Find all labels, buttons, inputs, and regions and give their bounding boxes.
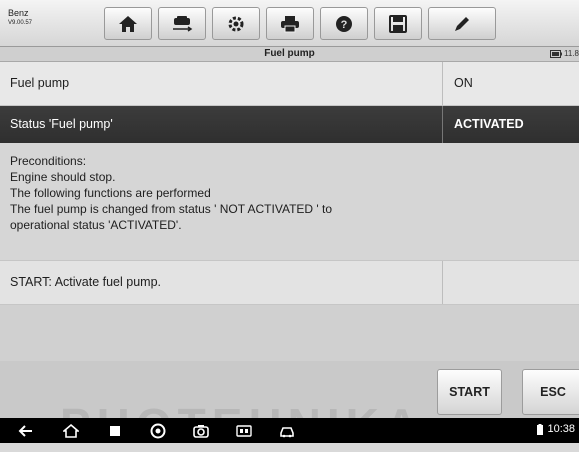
- camera-icon[interactable]: [193, 423, 209, 439]
- help-icon: ?: [336, 15, 352, 32]
- start-instruction-row: START: Activate fuel pump.: [0, 261, 579, 305]
- edit-icon: [455, 16, 469, 31]
- start-button[interactable]: START: [437, 369, 502, 415]
- home-button[interactable]: [104, 7, 152, 40]
- toolbar: Benz V9.00.57 ?: [0, 0, 579, 47]
- battery-voltage: 11.8: [564, 49, 579, 58]
- save-icon: [389, 14, 407, 33]
- row-label-cell: Status 'Fuel pump': [0, 106, 443, 143]
- preconditions-line: The fuel pump is changed from status ' N…: [10, 202, 333, 216]
- title-bar: Fuel pump 11.8: [0, 47, 579, 62]
- battery-icon: [550, 50, 563, 58]
- help-button[interactable]: ?: [320, 7, 368, 40]
- recent-apps-icon[interactable]: [107, 423, 123, 439]
- vci-icon[interactable]: [236, 423, 252, 439]
- row-value-cell: [444, 261, 579, 304]
- settings-icon: [228, 16, 244, 31]
- edit-button[interactable]: [428, 7, 496, 40]
- brand-name: Benz: [8, 8, 29, 18]
- row-label: Status 'Fuel pump': [10, 117, 113, 131]
- page-title: Fuel pump: [264, 48, 315, 59]
- preconditions-text: Preconditions: Engine should stop. The f…: [10, 153, 332, 233]
- print-button[interactable]: [266, 7, 314, 40]
- esc-button[interactable]: ESC: [522, 369, 579, 415]
- data-row-status-fuel-pump[interactable]: Status 'Fuel pump' ACTIVATED: [0, 106, 579, 143]
- settings-button[interactable]: [212, 7, 260, 40]
- preconditions-cell: Preconditions: Engine should stop. The f…: [0, 143, 579, 260]
- row-label: Fuel pump: [10, 76, 70, 90]
- preconditions-line: Preconditions:: [10, 154, 87, 168]
- data-row-fuel-pump: Fuel pump ON: [0, 62, 579, 106]
- home-icon[interactable]: [63, 423, 79, 439]
- battery-indicator-icon: [537, 423, 544, 435]
- back-icon[interactable]: [18, 423, 34, 439]
- print-icon: [281, 15, 299, 32]
- system-bar: 10:38: [0, 418, 579, 443]
- row-value-cell: ON: [444, 62, 579, 105]
- preconditions-line: The following functions are performed: [10, 186, 211, 200]
- row-label-cell: Fuel pump: [0, 62, 443, 105]
- start-instruction-label: START: Activate fuel pump.: [10, 275, 161, 289]
- browser-icon[interactable]: [150, 423, 166, 439]
- row-value-cell: ACTIVATED: [444, 106, 579, 143]
- brand-info: Benz V9.00.57: [8, 8, 62, 38]
- software-version: V9.00.57: [8, 20, 33, 26]
- empty-area: [0, 305, 579, 361]
- row-label-cell: START: Activate fuel pump.: [0, 261, 443, 304]
- svg-text:?: ?: [341, 19, 348, 31]
- vehicle-swap-button[interactable]: [158, 7, 206, 40]
- save-button[interactable]: [374, 7, 422, 40]
- clock-time: 10:38: [547, 423, 575, 435]
- row-value: ON: [454, 76, 473, 90]
- battery-status: 11.8: [550, 48, 579, 60]
- vehicle-swap-icon: [173, 15, 193, 32]
- car-icon[interactable]: [279, 423, 295, 439]
- preconditions-panel: Preconditions: Engine should stop. The f…: [0, 143, 579, 261]
- row-value: ACTIVATED: [454, 117, 524, 131]
- home-icon: [119, 15, 137, 32]
- preconditions-line: Engine should stop.: [10, 170, 116, 184]
- preconditions-line: operational status 'ACTIVATED'.: [10, 218, 182, 232]
- status-clock: 10:38: [536, 423, 575, 435]
